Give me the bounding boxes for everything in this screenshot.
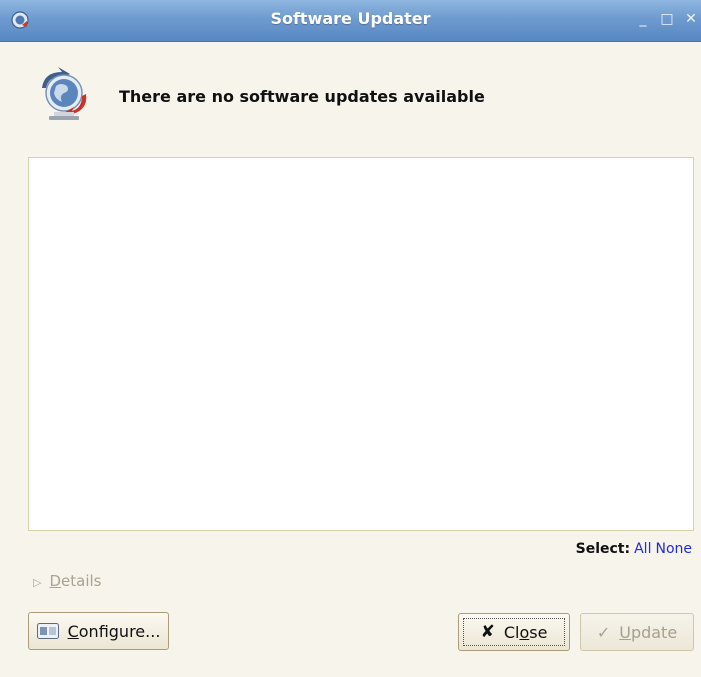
details-expander[interactable]: ▷ Details [33, 572, 101, 590]
minimize-button[interactable]: _ [634, 10, 652, 28]
update-list[interactable] [28, 157, 694, 531]
select-row: Select: All None [576, 541, 692, 557]
update-label: pdate [630, 622, 678, 642]
update-button[interactable]: ✓ Update [580, 613, 694, 651]
select-none-link[interactable]: None [655, 541, 692, 557]
check-icon: ✓ [596, 622, 611, 642]
configure-label: onfigure... [78, 621, 161, 641]
select-all-link[interactable]: All [634, 541, 651, 557]
close-button[interactable]: ✘ Close [458, 613, 570, 651]
configure-mnemonic: C [67, 621, 79, 641]
globe-update-icon [42, 67, 87, 120]
maximize-button[interactable]: □ [658, 10, 676, 28]
expander-arrow-icon: ▷ [33, 576, 42, 589]
focus-ring [463, 618, 565, 646]
details-label: etails [61, 572, 102, 590]
status-message: There are no software updates available [119, 87, 485, 106]
configure-button[interactable]: Configure... [28, 612, 169, 650]
configure-icon [36, 623, 59, 639]
window-title: Software Updater [270, 9, 431, 28]
details-mnemonic: D [49, 572, 62, 590]
update-mnemonic: U [619, 622, 631, 642]
close-window-button[interactable]: ✕ [682, 10, 700, 28]
select-label: Select: [575, 541, 631, 557]
title-bar: Software Updater _ □ ✕ [0, 0, 701, 42]
